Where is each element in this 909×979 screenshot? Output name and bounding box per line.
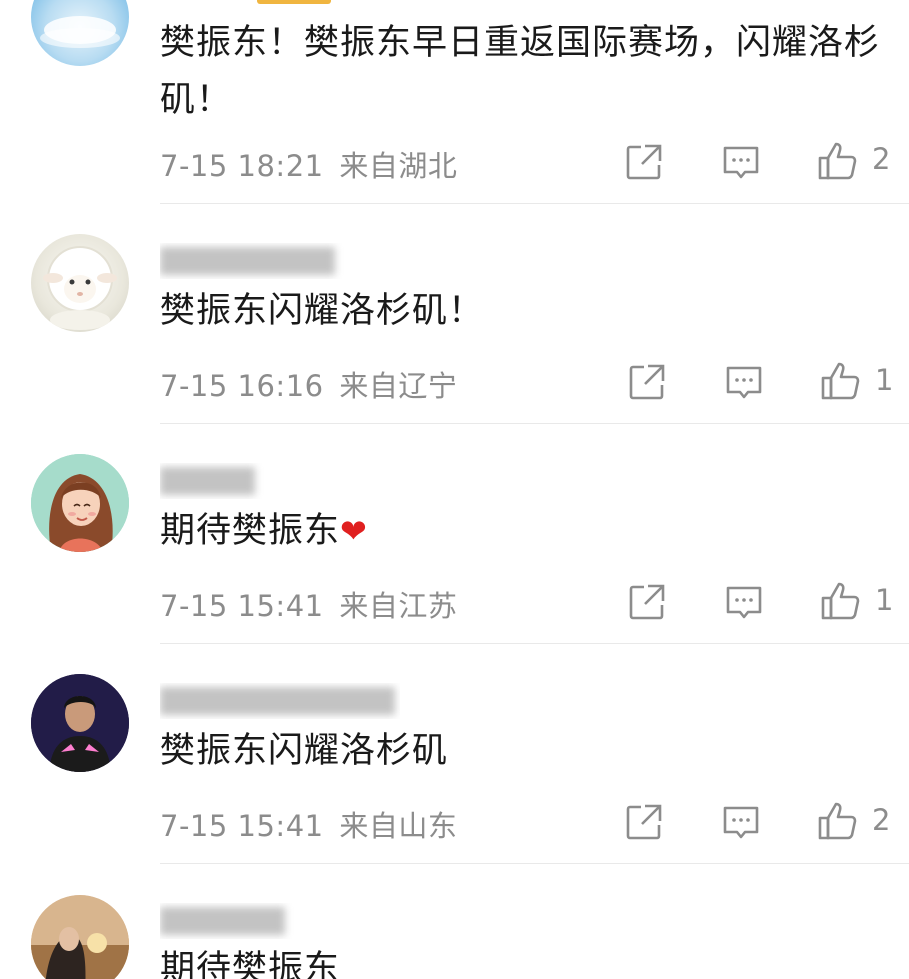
like-count: 2 (872, 142, 891, 176)
comment-item: 樊振东！樊振东早日重返国际赛场，闪耀洛杉矶！ 7-15 18:21 来自湖北 2 (0, 0, 909, 205)
like-count: 1 (875, 583, 894, 617)
girl-illustration-icon (31, 454, 129, 552)
share-button[interactable] (627, 362, 667, 402)
comment-item: 期待樊振东 (0, 865, 909, 979)
divider (160, 863, 909, 864)
like-button[interactable] (817, 800, 857, 840)
reply-button[interactable] (721, 142, 761, 182)
cloud-icon (40, 16, 120, 48)
divider (160, 423, 909, 424)
sunset-photo-icon (31, 895, 129, 979)
location: 来自江苏 (339, 589, 458, 623)
comment-meta: 7-15 15:41 来自江苏 (160, 583, 457, 625)
timestamp: 7-15 16:16 (160, 369, 324, 403)
timestamp: 7-15 15:41 (160, 589, 324, 623)
heart-emoji: ❤ (340, 512, 368, 550)
reply-button[interactable] (724, 362, 764, 402)
location: 来自辽宁 (339, 369, 458, 403)
timestamp: 7-15 18:21 (160, 149, 324, 183)
comment-icon (726, 366, 762, 399)
like-button[interactable] (817, 140, 857, 180)
comment-icon (723, 806, 759, 839)
avatar[interactable] (31, 895, 129, 979)
divider (160, 203, 909, 204)
thumbs-up-icon (821, 582, 860, 620)
timestamp: 7-15 15:41 (160, 809, 324, 843)
reply-button[interactable] (724, 582, 764, 622)
username-redacted (160, 903, 400, 939)
divider (160, 643, 909, 644)
comment-meta: 7-15 15:41 来自山东 (160, 803, 457, 845)
comment-item: 期待樊振东❤ 7-15 15:41 来自江苏 1 (0, 425, 909, 645)
username-redacted (160, 683, 400, 719)
comment-text-content: 期待樊振东 (160, 949, 341, 979)
location: 来自山东 (339, 809, 458, 843)
thumbs-up-icon (818, 802, 857, 840)
comment-text-content: 樊振东！樊振东早日重返国际赛场，闪耀洛杉矶！ (160, 23, 881, 120)
sheep-icon (43, 246, 117, 330)
share-icon (629, 584, 665, 620)
like-button[interactable] (820, 360, 860, 400)
share-button[interactable] (624, 802, 664, 842)
like-button[interactable] (820, 580, 860, 620)
comment-icon (723, 146, 759, 179)
avatar[interactable] (31, 234, 129, 332)
avatar[interactable] (31, 0, 129, 66)
comment-icon (726, 586, 762, 619)
like-count: 2 (872, 803, 891, 837)
reply-button[interactable] (721, 802, 761, 842)
comment-text: 期待樊振东 (160, 941, 890, 979)
thumbs-up-icon (818, 142, 857, 180)
thumbs-up-icon (821, 362, 860, 400)
avatar[interactable] (31, 454, 129, 552)
comment-text: 樊振东闪耀洛杉矶 (160, 723, 890, 780)
comment-feed: 樊振东！樊振东早日重返国际赛场，闪耀洛杉矶！ 7-15 18:21 来自湖北 2… (0, 0, 909, 979)
player-photo-icon (31, 674, 129, 772)
username-redacted (160, 463, 400, 499)
share-icon (626, 804, 662, 840)
comment-text-content: 樊振东闪耀洛杉矶 (160, 731, 449, 771)
comment-text: 期待樊振东❤ (160, 503, 890, 560)
comment-item: 樊振东闪耀洛杉矶！ 7-15 16:16 来自辽宁 1 (0, 205, 909, 425)
comment-text: 樊振东！樊振东早日重返国际赛场，闪耀洛杉矶！ (160, 15, 890, 129)
comment-text-content: 期待樊振东 (160, 511, 341, 551)
share-button[interactable] (627, 582, 667, 622)
location: 来自湖北 (339, 149, 458, 183)
comment-item: 樊振东闪耀洛杉矶 7-15 15:41 来自山东 2 (0, 645, 909, 865)
username-redacted (160, 243, 400, 279)
like-count: 1 (875, 363, 894, 397)
avatar[interactable] (31, 674, 129, 772)
share-icon (626, 144, 662, 180)
comment-meta: 7-15 18:21 来自湖北 (160, 143, 457, 185)
comment-meta: 7-15 16:16 来自辽宁 (160, 363, 457, 405)
badge (257, 0, 331, 4)
share-icon (629, 364, 665, 400)
comment-text: 樊振东闪耀洛杉矶！ (160, 283, 890, 340)
comment-text-content: 樊振东闪耀洛杉矶！ (160, 291, 485, 331)
share-button[interactable] (624, 142, 664, 182)
